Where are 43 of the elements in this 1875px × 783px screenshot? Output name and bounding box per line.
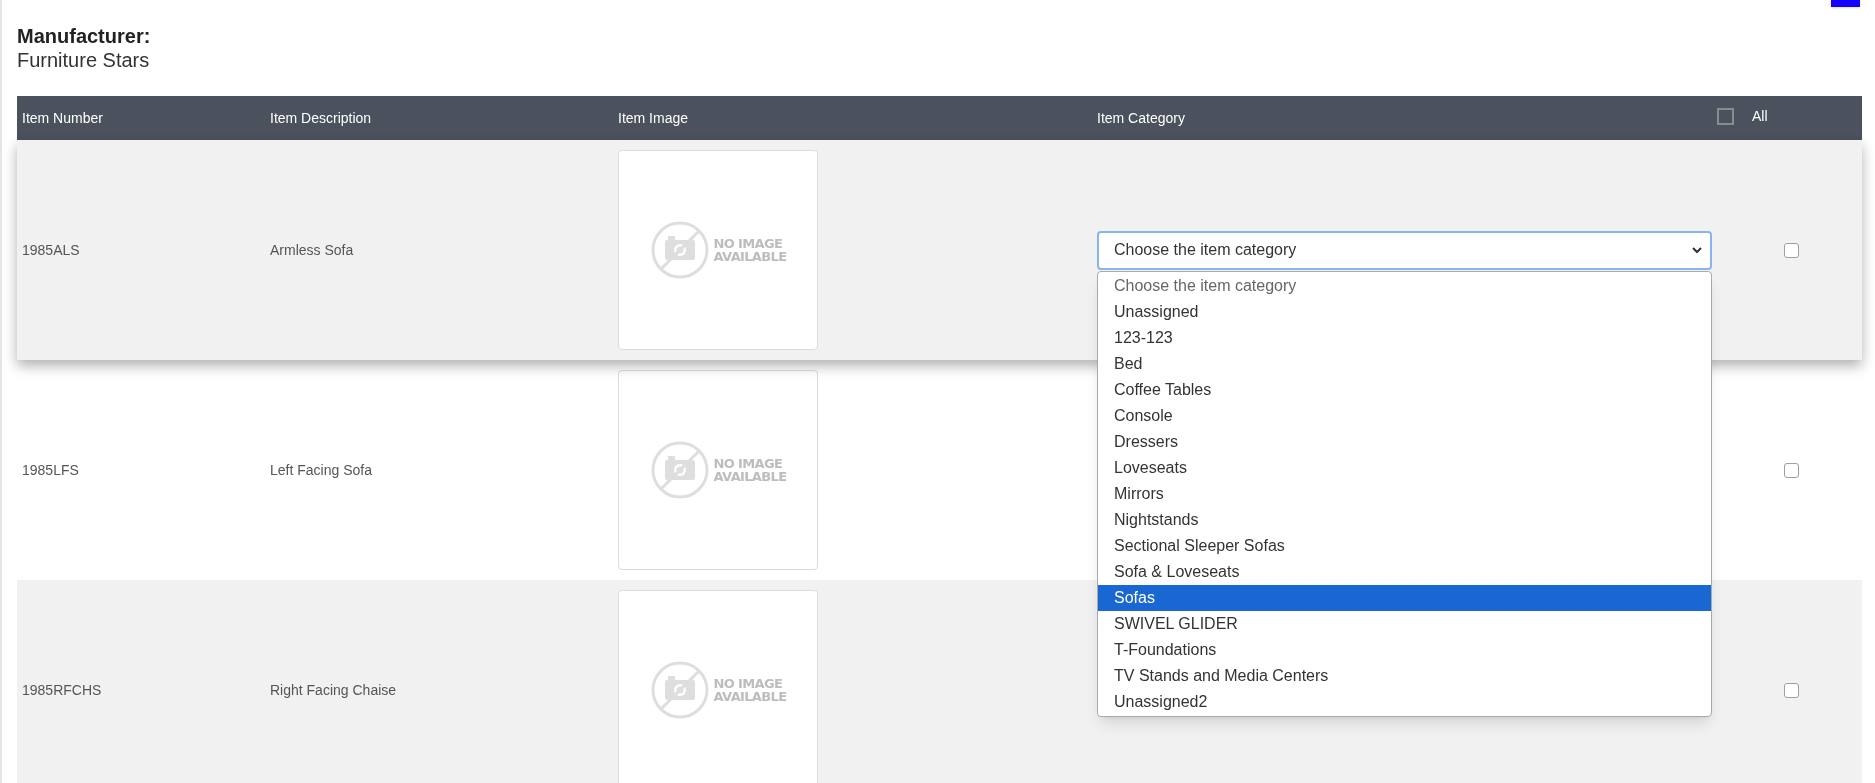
column-header: Item Category bbox=[1097, 109, 1185, 126]
checkbox[interactable] bbox=[1717, 107, 1734, 125]
dropdown-option[interactable]: Dressers bbox=[1098, 428, 1711, 455]
item-number: 1985LFS bbox=[22, 461, 79, 478]
dropdown-option[interactable]: T-Foundations bbox=[1098, 636, 1711, 663]
dropdown-option[interactable]: Console bbox=[1098, 402, 1711, 429]
checkbox[interactable] bbox=[1784, 682, 1799, 698]
checkbox[interactable] bbox=[1784, 242, 1799, 258]
no-image-text: NO IMAGE AVAILABLE bbox=[713, 457, 787, 483]
dropdown-option[interactable]: Unassigned2 bbox=[1098, 688, 1711, 715]
manufacturer-label: Manufacturer: bbox=[17, 24, 152, 48]
dropdown-option[interactable]: Choose the item category bbox=[1098, 272, 1711, 299]
category-select[interactable]: Choose the item category bbox=[1097, 230, 1712, 270]
item-description: Armless Sofa bbox=[270, 241, 354, 258]
dropdown-option[interactable]: Loveseats bbox=[1098, 454, 1711, 481]
dropdown-option[interactable]: Sectional Sleeper Sofas bbox=[1098, 532, 1711, 559]
column-header: Item Description bbox=[270, 109, 372, 126]
no-image-text: NO IMAGE AVAILABLE bbox=[713, 677, 787, 703]
no-camera-icon bbox=[649, 660, 710, 720]
dropdown-option[interactable]: Coffee Tables bbox=[1098, 376, 1711, 403]
item-description: Right Facing Chaise bbox=[270, 681, 397, 698]
no-camera-icon bbox=[649, 440, 710, 500]
checkbox[interactable] bbox=[1784, 462, 1799, 478]
dropdown-option[interactable]: Sofas bbox=[1098, 584, 1711, 611]
dropdown-option[interactable]: 123-123 bbox=[1098, 324, 1711, 351]
column-header: Item Number bbox=[22, 109, 103, 126]
select-value: Choose the item category bbox=[1114, 240, 1297, 260]
dropdown-option[interactable]: SWIVEL GLIDER bbox=[1098, 610, 1711, 637]
dropdown-option[interactable]: Unassigned bbox=[1098, 298, 1711, 325]
select-all-label: All bbox=[1752, 106, 1768, 126]
column-header: Item Image bbox=[618, 109, 689, 126]
no-image-text: NO IMAGE AVAILABLE bbox=[713, 237, 787, 263]
item-number: 1985RFCHS bbox=[22, 681, 102, 698]
chevron-down-icon bbox=[1692, 246, 1702, 254]
item-description: Left Facing Sofa bbox=[270, 461, 372, 478]
dropdown-option[interactable]: Mirrors bbox=[1098, 480, 1711, 507]
dropdown-option[interactable]: Nightstands bbox=[1098, 506, 1711, 533]
dropdown-option[interactable]: TV Stands and Media Centers bbox=[1098, 662, 1711, 689]
manufacturer-name: Furniture Stars bbox=[17, 48, 151, 72]
dropdown-option[interactable]: Sofa & Loveseats bbox=[1098, 558, 1711, 585]
no-camera-icon bbox=[649, 220, 710, 280]
item-number: 1985ALS bbox=[22, 241, 80, 258]
dropdown-option[interactable]: Bed bbox=[1098, 350, 1711, 377]
